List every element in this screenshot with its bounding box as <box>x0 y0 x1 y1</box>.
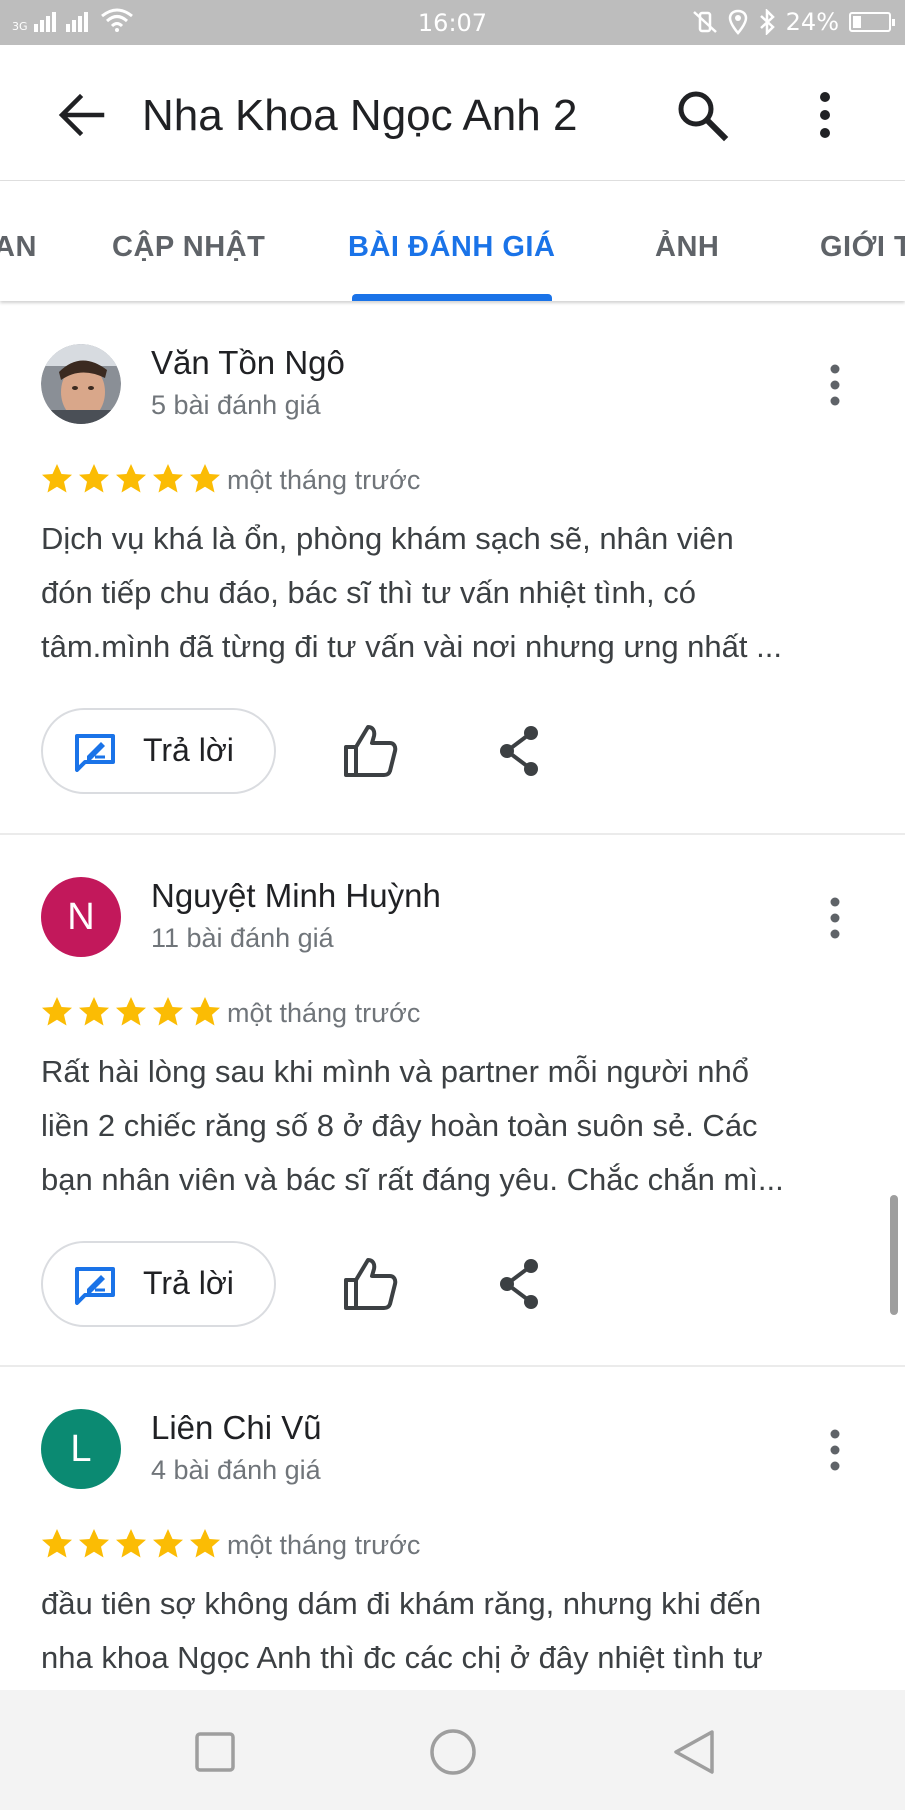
review-text[interactable]: Dịch vụ khá là ổn, phòng khám sạch sẽ, n… <box>41 512 871 674</box>
bluetooth-icon <box>759 9 775 35</box>
thumbs-up-icon[interactable] <box>340 1254 400 1314</box>
reviewer-name[interactable]: Nguyệt Minh Huỳnh <box>151 877 441 915</box>
tab-overview[interactable]: AN <box>0 231 37 264</box>
star-rating <box>40 1527 222 1559</box>
reviewer-name[interactable]: Văn Tồn Ngô <box>151 344 345 382</box>
recent-apps-icon[interactable] <box>185 1722 245 1782</box>
star-rating <box>40 462 222 494</box>
star-icon <box>153 1529 183 1558</box>
avatar-initial: N <box>67 896 95 938</box>
star-icon <box>79 997 109 1026</box>
scrollbar-thumb[interactable] <box>890 1195 898 1315</box>
page-title: Nha Khoa Ngọc Anh 2 <box>142 91 578 140</box>
star-icon <box>116 997 146 1026</box>
reply-label: Trả lời <box>143 1265 234 1301</box>
reply-label: Trả lời <box>143 732 234 768</box>
vibrate-off-icon <box>692 11 717 33</box>
tab-about[interactable]: GIỚI T <box>820 231 905 264</box>
star-icon <box>116 464 146 493</box>
status-bar: 3G 16:07 24% <box>0 0 905 45</box>
review-text-line: Rất hài lòng sau khi mình và partner mỗi… <box>41 1054 749 1089</box>
star-icon <box>42 997 72 1026</box>
reviewer-review-count: 11 bài đánh giá <box>151 923 334 953</box>
review-text-line: nha khoa Ngọc Anh thì đc các chị ở đây n… <box>41 1640 763 1675</box>
battery-icon <box>849 12 895 32</box>
back-icon[interactable] <box>664 1722 724 1782</box>
active-tab-indicator <box>352 294 552 301</box>
reply-button[interactable]: Trả lời <box>41 708 276 794</box>
reply-icon <box>75 1267 115 1305</box>
review-time: một tháng trước <box>227 1530 421 1560</box>
avatar[interactable] <box>41 344 121 424</box>
avatar-initial: L <box>70 1428 92 1470</box>
review-more-icon[interactable] <box>815 890 855 950</box>
avatar[interactable]: N <box>41 877 121 957</box>
review-card: L Liên Chi Vũ 4 bài đánh giá một tháng t… <box>0 1367 905 1690</box>
share-icon[interactable] <box>495 1254 545 1314</box>
reply-icon <box>75 734 115 772</box>
tab-reviews[interactable]: BÀI ĐÁNH GIÁ <box>348 231 555 264</box>
review-text-line: liền 2 chiếc răng số 8 ở đây hoàn toàn s… <box>41 1108 758 1143</box>
star-icon <box>116 1529 146 1558</box>
star-icon <box>153 997 183 1026</box>
review-card: Văn Tồn Ngô 5 bài đánh giá một tháng trư… <box>0 302 905 832</box>
avatar[interactable]: L <box>41 1409 121 1489</box>
review-text-line: đón tiếp chu đáo, bác sĩ thì tư vấn nhiệ… <box>41 575 696 610</box>
battery-percent: 24% <box>785 8 839 36</box>
star-icon <box>190 464 220 493</box>
review-more-icon[interactable] <box>815 1422 855 1482</box>
tab-updates[interactable]: CẬP NHẬT <box>112 231 265 264</box>
star-icon <box>190 1529 220 1558</box>
reviewer-name[interactable]: Liên Chi Vũ <box>151 1409 322 1447</box>
share-icon[interactable] <box>495 721 545 781</box>
system-nav-bar <box>0 1690 905 1810</box>
location-icon <box>728 9 747 35</box>
tab-bar: AN CẬP NHẬT BÀI ĐÁNH GIÁ ẢNH GIỚI T <box>0 181 905 301</box>
star-icon <box>79 1529 109 1558</box>
star-icon <box>42 1529 72 1558</box>
review-card: N Nguyệt Minh Huỳnh 11 bài đánh giá một … <box>0 835 905 1365</box>
review-time: một tháng trước <box>227 465 421 495</box>
star-icon <box>79 464 109 493</box>
review-time: một tháng trước <box>227 998 421 1028</box>
thumbs-up-icon[interactable] <box>340 721 400 781</box>
tab-photos[interactable]: ẢNH <box>655 231 719 264</box>
home-icon[interactable] <box>423 1722 483 1782</box>
battery-fill <box>853 16 861 28</box>
reviewer-review-count: 5 bài đánh giá <box>151 390 321 420</box>
back-arrow-icon[interactable] <box>52 85 112 145</box>
reply-button[interactable]: Trả lời <box>41 1241 276 1327</box>
review-more-icon[interactable] <box>815 357 855 417</box>
review-text[interactable]: đầu tiên sợ không dám đi khám răng, nhưn… <box>41 1577 871 1685</box>
star-rating <box>40 995 222 1027</box>
review-text-line: Dịch vụ khá là ổn, phòng khám sạch sẽ, n… <box>41 521 734 556</box>
status-right: 24% <box>692 8 895 36</box>
star-icon <box>42 464 72 493</box>
star-icon <box>190 997 220 1026</box>
app-bar: Nha Khoa Ngọc Anh 2 <box>0 45 905 181</box>
reviewer-review-count: 4 bài đánh giá <box>151 1455 321 1485</box>
more-options-icon[interactable] <box>800 85 850 145</box>
review-text[interactable]: Rất hài lòng sau khi mình và partner mỗi… <box>41 1045 871 1207</box>
review-text-line: tâm.mình đã từng đi tư vấn vài nơi nhưng… <box>41 629 782 664</box>
star-icon <box>153 464 183 493</box>
search-icon[interactable] <box>672 85 732 145</box>
review-text-line: bạn nhân viên và bác sĩ rất đáng yêu. Ch… <box>41 1162 784 1197</box>
review-text-line: đầu tiên sợ không dám đi khám răng, nhưn… <box>41 1586 762 1621</box>
